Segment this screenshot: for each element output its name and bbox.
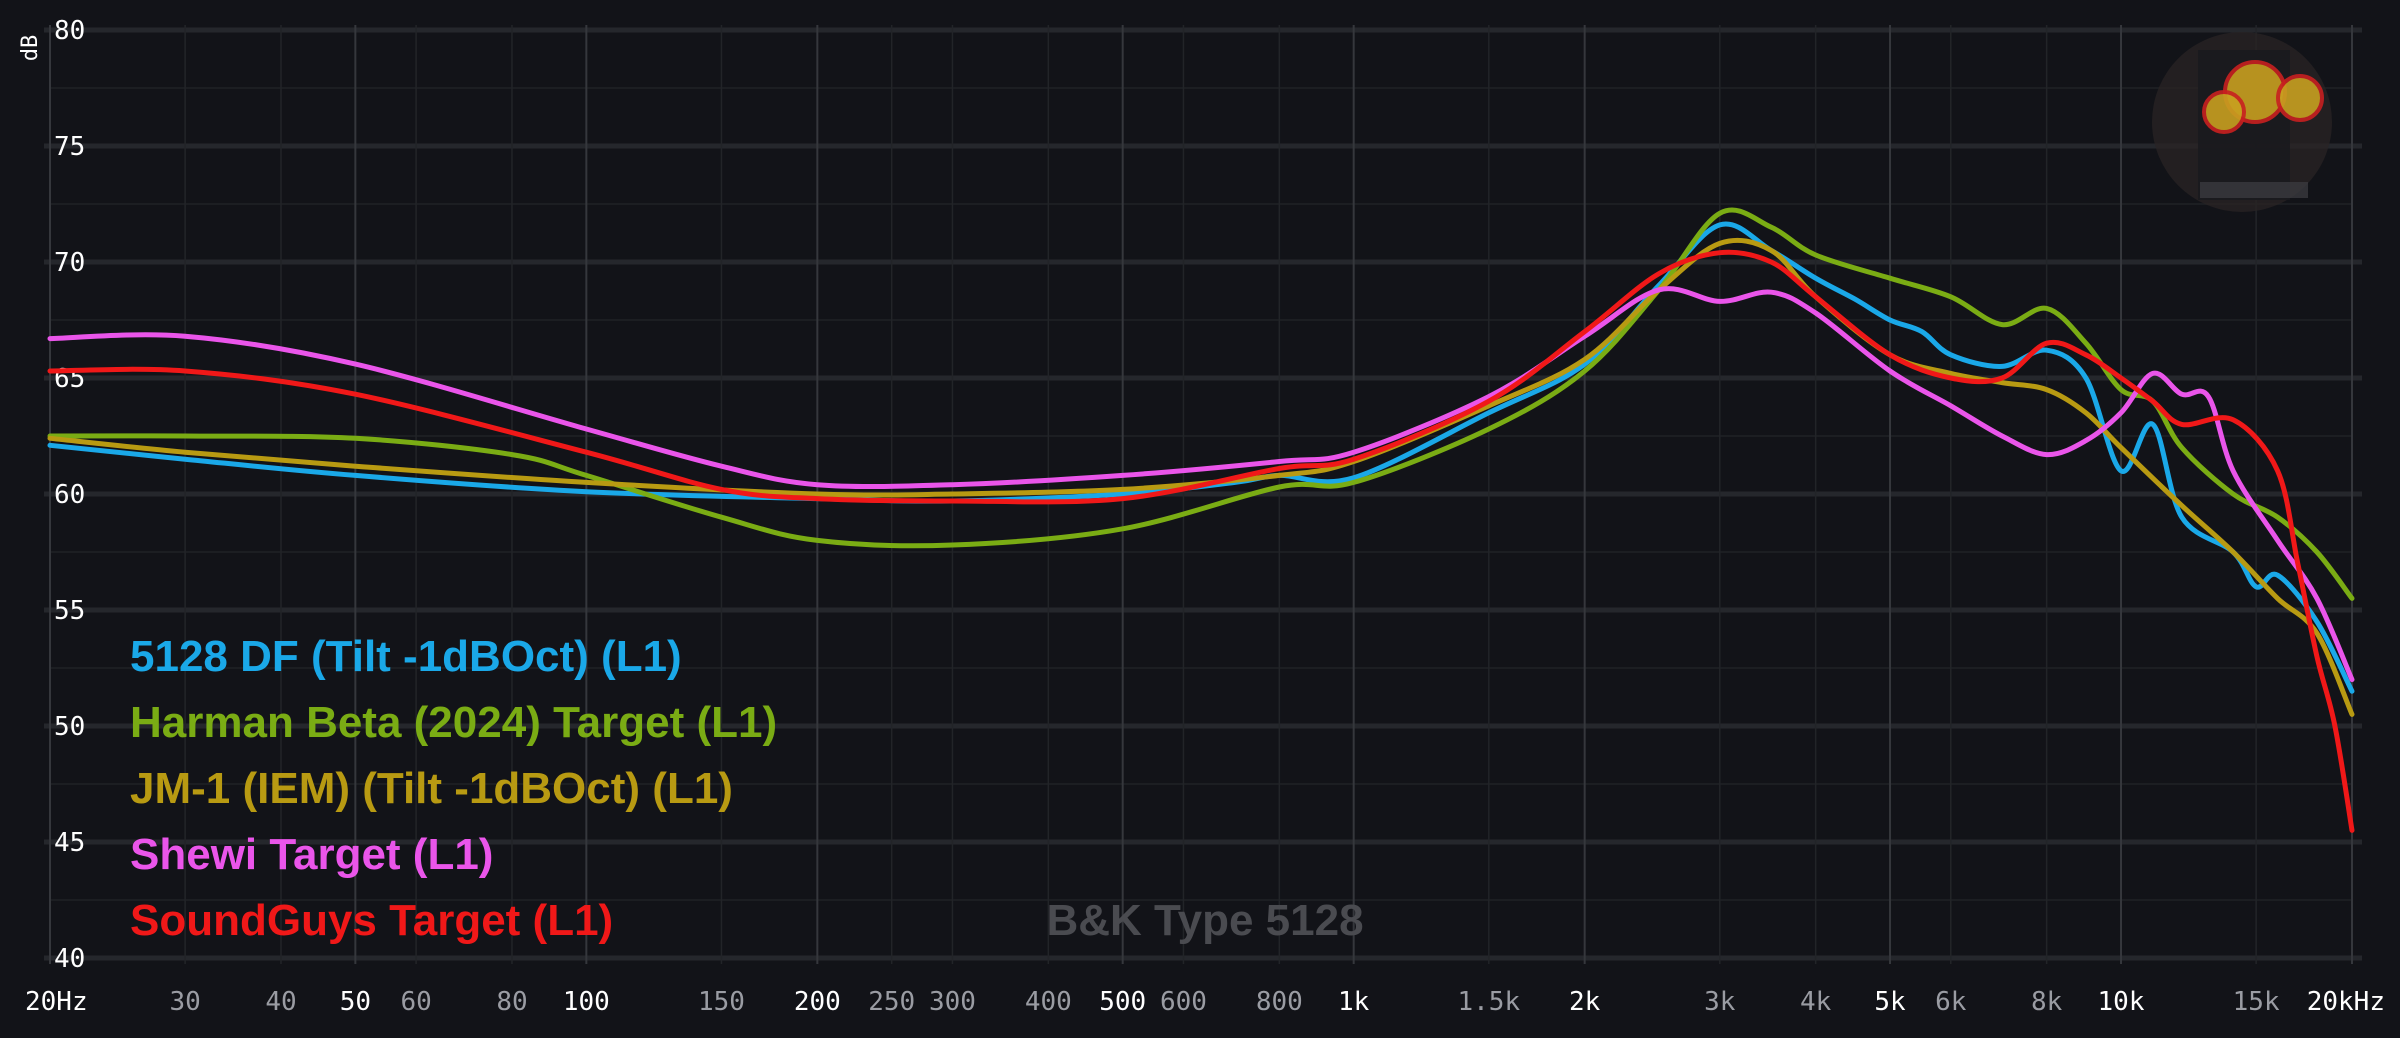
x-tick-label-80: 80 bbox=[496, 987, 527, 1017]
y-tick-label-70: 70 bbox=[54, 248, 85, 278]
x-tick-label-8000: 8k bbox=[2031, 987, 2063, 1017]
x-tick-label-1000: 1k bbox=[1338, 987, 1370, 1017]
frequency-response-chart: B&K Type 5128 dB 404550556065707580 20Hz… bbox=[0, 0, 2400, 1038]
x-tick-label-3000: 3k bbox=[1704, 987, 1736, 1017]
y-axis-unit: dB bbox=[18, 35, 43, 62]
y-tick-label-50: 50 bbox=[54, 712, 85, 742]
watermark-logo bbox=[2152, 32, 2332, 212]
x-tick-label-200: 200 bbox=[794, 987, 841, 1017]
legend-entry-5: SoundGuys Target (L1) bbox=[130, 896, 613, 945]
x-tick-label-6000: 6k bbox=[1935, 987, 1967, 1017]
x-tick-label-15000: 15k bbox=[2233, 987, 2280, 1017]
x-tick-label-30: 30 bbox=[169, 987, 200, 1017]
x-tick-label-40: 40 bbox=[265, 987, 296, 1017]
x-tick-label-10000: 10k bbox=[2098, 987, 2145, 1017]
y-tick-label-55: 55 bbox=[54, 596, 85, 626]
x-tick-label-250: 250 bbox=[868, 987, 915, 1017]
x-tick-label-1500: 1.5k bbox=[1457, 987, 1520, 1017]
legend-entry-4: Shewi Target (L1) bbox=[130, 830, 493, 879]
y-tick-label-80: 80 bbox=[54, 16, 85, 46]
legend-entry-3: JM-1 (IEM) (Tilt -1dBOct) (L1) bbox=[130, 764, 733, 813]
legend-entry-1: 5128 DF (Tilt -1dBOct) (L1) bbox=[130, 632, 682, 681]
x-tick-label-300: 300 bbox=[929, 987, 976, 1017]
x-tick-label-150: 150 bbox=[698, 987, 745, 1017]
x-tick-label-20000: 20kHz bbox=[2307, 987, 2385, 1017]
y-tick-label-45: 45 bbox=[54, 828, 85, 858]
y-tick-label-75: 75 bbox=[54, 132, 85, 162]
x-tick-label-2000: 2k bbox=[1569, 987, 1601, 1017]
y-tick-label-40: 40 bbox=[54, 944, 85, 974]
x-tick-label-400: 400 bbox=[1025, 987, 1072, 1017]
y-tick-label-60: 60 bbox=[54, 480, 85, 510]
chart-background bbox=[0, 0, 2400, 1038]
x-tick-label-60: 60 bbox=[400, 987, 431, 1017]
chart-annotation: B&K Type 5128 bbox=[1046, 896, 1363, 945]
x-tick-label-500: 500 bbox=[1099, 987, 1146, 1017]
x-tick-label-100: 100 bbox=[563, 987, 610, 1017]
x-tick-label-4000: 4k bbox=[1800, 987, 1832, 1017]
x-tick-label-50: 50 bbox=[340, 987, 371, 1017]
x-tick-label-800: 800 bbox=[1256, 987, 1303, 1017]
x-tick-label-20: 20Hz bbox=[25, 987, 88, 1017]
legend-entry-2: Harman Beta (2024) Target (L1) bbox=[130, 698, 777, 747]
x-tick-label-600: 600 bbox=[1160, 987, 1207, 1017]
x-tick-label-5000: 5k bbox=[1874, 987, 1906, 1017]
